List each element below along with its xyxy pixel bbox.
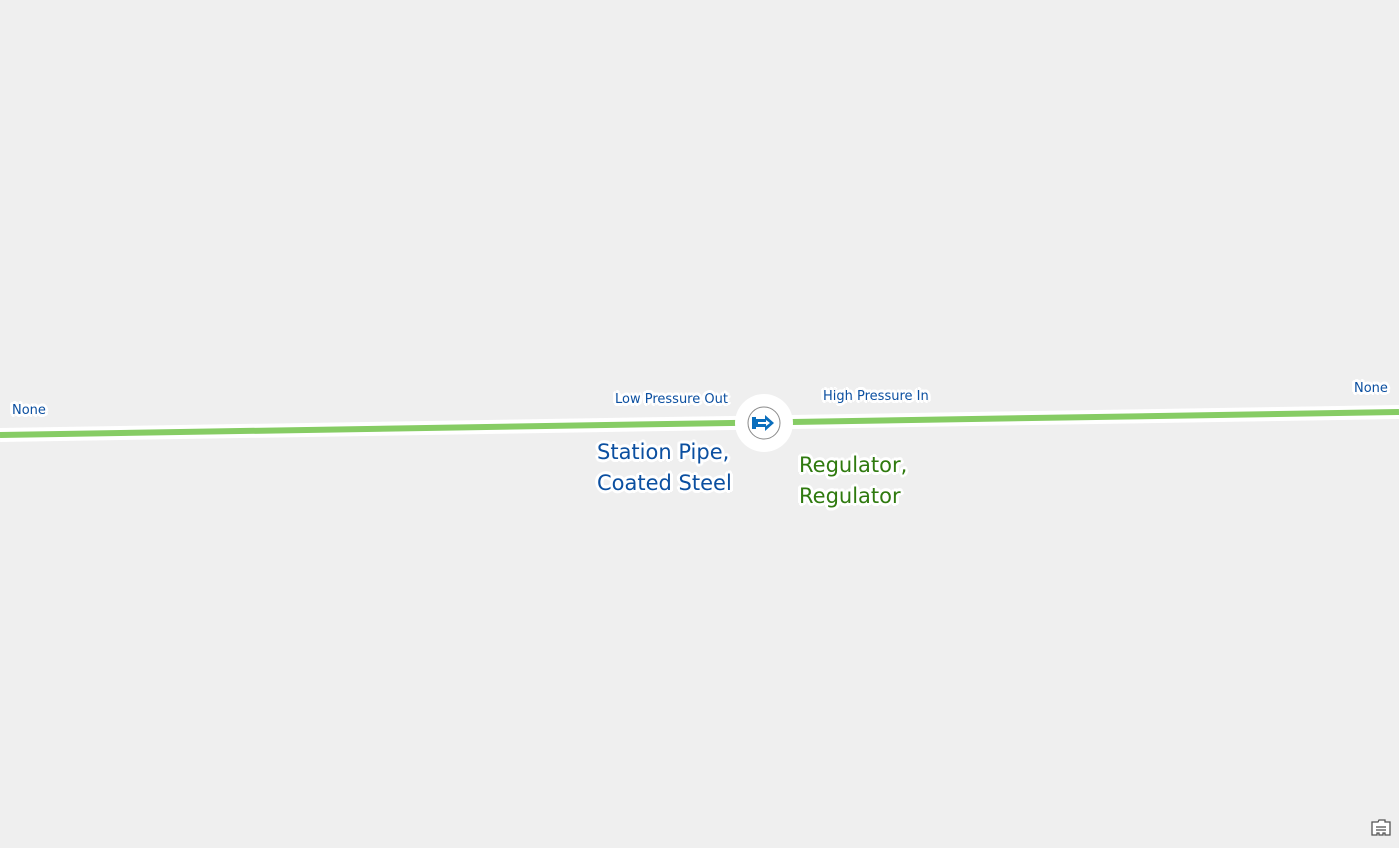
regulator-label: Regulator, Regulator bbox=[799, 450, 907, 512]
pipe-label-line2: Coated Steel bbox=[597, 471, 732, 495]
legend-button[interactable] bbox=[1370, 818, 1392, 838]
high-pressure-in-label: High Pressure In bbox=[823, 389, 929, 404]
right-end-label: None bbox=[1354, 381, 1388, 396]
regulator-label-line2: Regulator bbox=[799, 484, 901, 508]
left-end-label: None bbox=[12, 403, 46, 418]
pipe-label: Station Pipe, Coated Steel bbox=[597, 437, 732, 499]
regulator-device[interactable] bbox=[735, 394, 793, 452]
map-canvas[interactable]: None None Low Pressure Out High Pressure… bbox=[0, 0, 1399, 844]
station-pipe[interactable] bbox=[0, 409, 1399, 438]
regulator-label-line1: Regulator, bbox=[799, 453, 908, 477]
low-pressure-out-label: Low Pressure Out bbox=[615, 392, 728, 407]
pipe-label-line1: Station Pipe, bbox=[597, 440, 730, 464]
map-layer bbox=[0, 394, 1399, 452]
legend-icon bbox=[1371, 819, 1391, 836]
